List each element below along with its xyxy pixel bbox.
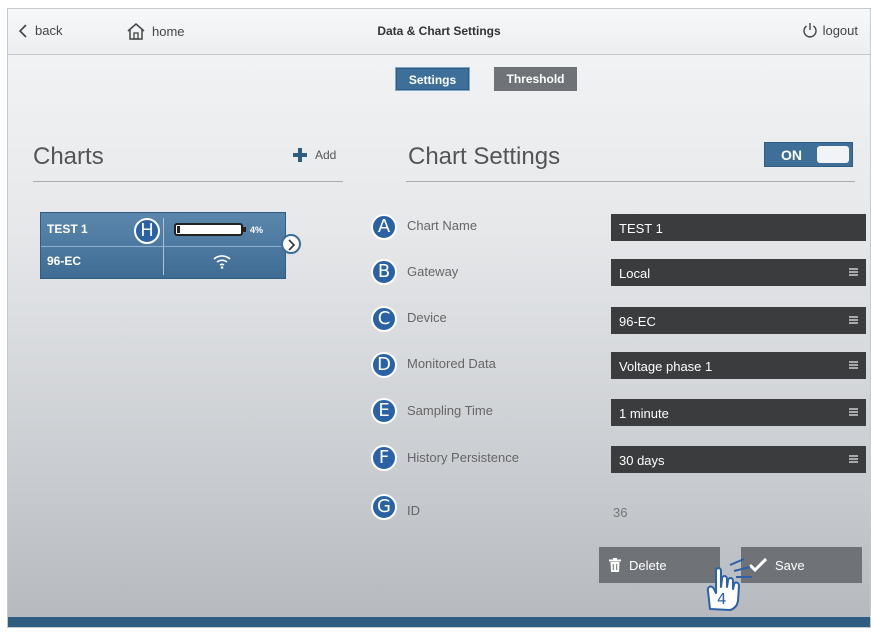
back-button[interactable]: back — [18, 23, 62, 38]
annotation-badge-g: G — [371, 494, 397, 520]
tab-threshold[interactable]: Threshold — [494, 67, 577, 91]
id-label: ID — [407, 503, 420, 518]
logout-label: logout — [822, 22, 858, 38]
annotation-badge-b: B — [371, 259, 397, 285]
step-number: 4 — [717, 590, 727, 608]
app-screen: back home Data & Chart Settings logout S… — [7, 8, 871, 628]
device-select[interactable]: 96-EC — [611, 307, 866, 334]
wifi-icon — [213, 255, 231, 269]
menu-icon — [849, 361, 858, 369]
annotation-badge-a: A — [371, 214, 397, 240]
chart-card[interactable]: TEST 1 96-EC 4% — [40, 212, 286, 279]
id-value: 36 — [613, 505, 628, 520]
home-button[interactable]: home — [126, 22, 185, 40]
gateway-label: Gateway — [407, 264, 459, 279]
chart-name-field[interactable]: TEST 1 — [611, 214, 866, 241]
device-label: Device — [407, 310, 447, 325]
battery-level — [177, 226, 180, 233]
chevron-right-icon[interactable] — [281, 234, 301, 254]
monitored-data-value: Voltage phase 1 — [619, 359, 713, 374]
logout-button[interactable]: logout — [802, 22, 858, 38]
battery-percent: 4% — [250, 225, 264, 235]
sampling-time-value: 1 minute — [619, 406, 669, 421]
home-label: home — [152, 23, 185, 39]
save-label: Save — [775, 557, 805, 573]
menu-icon — [849, 268, 858, 276]
enable-toggle[interactable]: ON — [764, 142, 853, 167]
trash-icon — [609, 558, 621, 572]
card-divider — [41, 246, 285, 247]
chart-name-value: TEST 1 — [619, 221, 663, 236]
divider — [406, 181, 855, 182]
menu-icon — [849, 455, 858, 463]
home-icon — [127, 23, 145, 40]
chevron-left-icon — [18, 23, 27, 38]
divider — [33, 181, 343, 182]
charts-heading: Charts — [33, 143, 104, 170]
battery-icon — [174, 223, 246, 236]
menu-icon — [849, 408, 858, 416]
annotation-badge-d: D — [371, 352, 397, 378]
annotation-badge-f: F — [371, 445, 397, 471]
gateway-value: Local — [619, 266, 651, 281]
save-button[interactable]: Save — [741, 547, 862, 583]
monitored-data-select[interactable]: Voltage phase 1 — [611, 352, 866, 379]
toggle-knob — [817, 146, 849, 163]
top-bar: back home Data & Chart Settings logout — [8, 9, 870, 55]
annotation-badge-c: C — [371, 306, 397, 332]
chart-card-name: TEST 1 — [47, 222, 88, 236]
annotation-badge-h: H — [134, 218, 160, 244]
device-value: 96-EC — [619, 314, 656, 329]
back-label: back — [35, 23, 63, 38]
gateway-select[interactable]: Local — [611, 259, 866, 286]
power-icon — [802, 23, 817, 38]
sampling-time-select[interactable]: 1 minute — [611, 399, 866, 426]
plus-icon — [293, 148, 307, 162]
sampling-time-label: Sampling Time — [407, 403, 493, 418]
tap-hand-icon: 4 — [700, 557, 758, 613]
toggle-label: ON — [781, 147, 802, 163]
monitored-data-label: Monitored Data — [407, 356, 496, 371]
add-label: Add — [315, 148, 337, 162]
chart-name-label: Chart Name — [407, 218, 478, 233]
history-persistence-label: History Persistence — [407, 450, 519, 465]
menu-icon — [849, 316, 858, 324]
tab-settings[interactable]: Settings — [395, 67, 470, 91]
annotation-badge-e: E — [371, 398, 397, 424]
history-persistence-value: 30 days — [619, 453, 665, 468]
add-chart-button[interactable]: Add — [293, 148, 336, 162]
chart-settings-heading: Chart Settings — [408, 143, 561, 170]
chart-card-device: 96-EC — [47, 254, 82, 268]
history-persistence-select[interactable]: 30 days — [611, 446, 866, 473]
delete-label: Delete — [629, 557, 667, 573]
